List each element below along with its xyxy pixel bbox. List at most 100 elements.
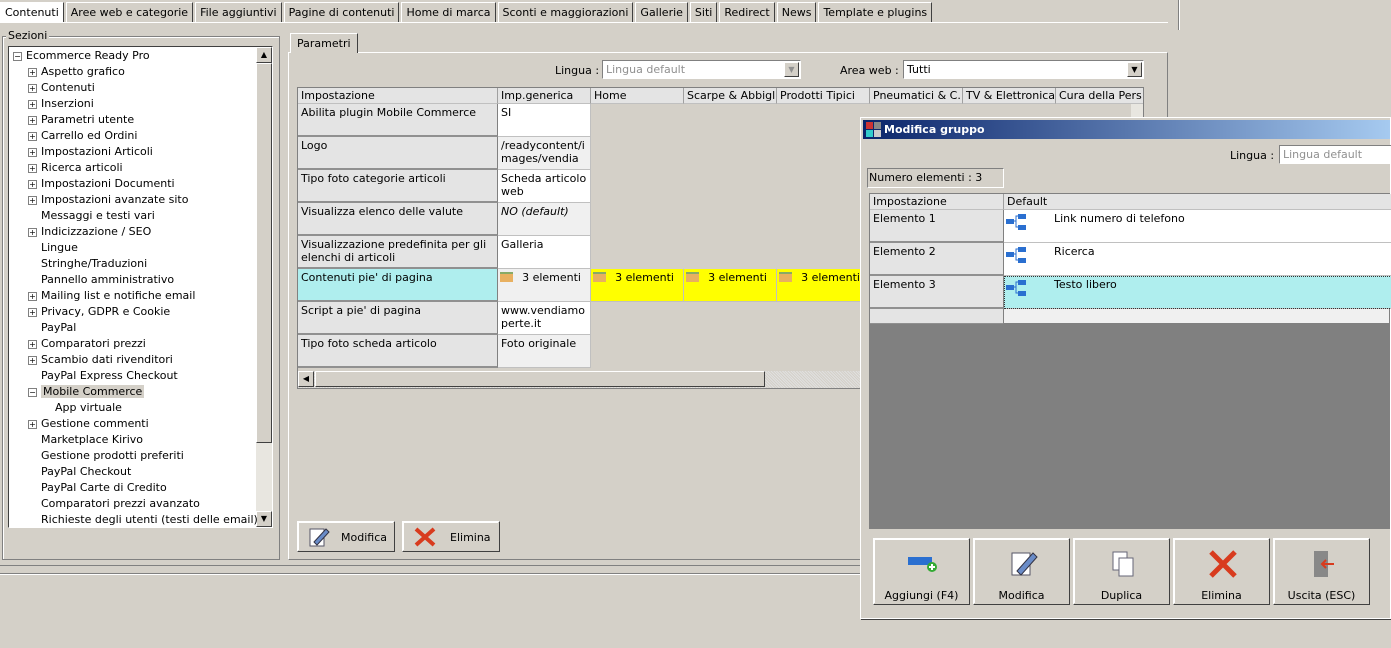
setting-value[interactable]: NO (default) (498, 203, 591, 236)
chevron-down-icon[interactable]: ▼ (784, 62, 799, 77)
tree-item[interactable]: Stringhe/Traduzioni (28, 256, 147, 272)
collapse-icon[interactable]: − (13, 51, 22, 61)
column-header[interactable]: Scarpe & Abbigl... (684, 88, 777, 104)
column-header[interactable]: Cura della Pers (1056, 88, 1143, 104)
expand-icon[interactable]: + (28, 419, 37, 429)
column-header[interactable]: Impostazione (298, 88, 498, 104)
tree-scrollbar[interactable]: ▲ ▼ (256, 47, 272, 527)
area-value[interactable]: 3 elementi (591, 269, 684, 302)
tab-siti[interactable]: Siti (689, 2, 718, 22)
tab-redirect[interactable]: Redirect (719, 2, 775, 22)
element-value[interactable]: Testo libero (1004, 276, 1391, 309)
tree-item[interactable]: + Gestione commenti (28, 416, 149, 432)
tree-item[interactable]: + Indicizzazione / SEO (28, 224, 151, 240)
tree-item[interactable]: Gestione prodotti preferiti (28, 448, 184, 464)
tree-item[interactable]: + Carrello ed Ordini (28, 128, 137, 144)
chevron-down-icon[interactable]: ▼ (1127, 62, 1142, 77)
tree-item[interactable]: App virtuale (55, 400, 122, 416)
exit-button[interactable]: Uscita (ESC) (1273, 538, 1370, 605)
tree-item[interactable]: + Mailing list e notifiche email (28, 288, 195, 304)
tab-aree-web-e-categorie[interactable]: Aree web e categorie (65, 2, 194, 22)
setting-value[interactable]: www.vendiamoperte.it (498, 302, 591, 335)
expand-icon[interactable]: + (28, 307, 37, 317)
collapse-icon[interactable]: − (28, 387, 37, 397)
expand-icon[interactable]: + (28, 131, 37, 141)
tree-item[interactable]: + Scambio dati rivenditori (28, 352, 173, 368)
expand-icon[interactable]: + (28, 115, 37, 125)
tree-item[interactable]: Comparatori prezzi avanzato (28, 496, 200, 512)
tab-gallerie[interactable]: Gallerie (635, 2, 688, 22)
tree-item[interactable]: PayPal Carte di Credito (28, 480, 167, 496)
setting-value[interactable]: /readycontent/images/vendiamo... (498, 137, 591, 170)
expand-icon[interactable]: + (28, 291, 37, 301)
tree-item[interactable]: + Privacy, GDPR e Cookie (28, 304, 170, 320)
tree-item[interactable]: Lingue (28, 240, 78, 256)
tab-file-aggiuntivi[interactable]: File aggiuntivi (195, 2, 282, 22)
area-value[interactable]: 3 elementi (684, 269, 777, 302)
tab-sconti-e-maggiorazioni[interactable]: Sconti e maggiorazioni (497, 2, 634, 22)
tree-item[interactable]: + Contenuti (28, 80, 95, 96)
tree-item[interactable]: + Aspetto grafico (28, 64, 125, 80)
tree-item[interactable]: + Comparatori prezzi (28, 336, 146, 352)
tab-pagine-di-contenuti[interactable]: Pagine di contenuti (283, 2, 400, 22)
scroll-thumb[interactable] (256, 63, 272, 443)
tree-item[interactable]: + Impostazioni avanzate sito (28, 192, 188, 208)
tree-item[interactable]: + Impostazioni Documenti (28, 176, 175, 192)
tree-item[interactable]: − Mobile Commerce (28, 384, 145, 400)
tree-item[interactable]: + Inserzioni (28, 96, 94, 112)
tree-item[interactable]: + Parametri utente (28, 112, 134, 128)
column-header[interactable]: Prodotti Tipici (777, 88, 870, 104)
tree-item[interactable]: Richieste degli utenti (testi delle emai… (28, 512, 258, 527)
column-header[interactable]: TV & Elettronica (963, 88, 1056, 104)
delete-button[interactable]: Elimina (1173, 538, 1270, 605)
expand-icon[interactable]: + (28, 163, 37, 173)
lingua-select[interactable]: Lingua default ▼ (602, 60, 801, 79)
area-web-select[interactable]: Tutti ▼ (903, 60, 1144, 79)
tree-item[interactable]: + Ricerca articoli (28, 160, 123, 176)
expand-icon[interactable]: + (28, 355, 37, 365)
expand-icon[interactable]: + (28, 99, 37, 109)
tree-item[interactable]: PayPal (28, 320, 76, 336)
scroll-down-button[interactable]: ▼ (256, 511, 272, 527)
setting-value[interactable]: 3 elementi (498, 269, 591, 302)
expand-icon[interactable]: + (28, 147, 37, 157)
tree-item[interactable]: Messaggi e testi vari (28, 208, 155, 224)
tab-home-di-marca[interactable]: Home di marca (401, 2, 496, 22)
expand-icon[interactable]: + (28, 67, 37, 77)
delete-button[interactable]: Elimina (402, 521, 500, 552)
column-header[interactable]: Default (1004, 194, 1391, 210)
setting-value[interactable]: SI (498, 104, 591, 137)
scroll-left-button[interactable]: ◀ (298, 371, 314, 387)
tab-template-e-plugins[interactable]: Template e plugins (818, 2, 933, 22)
expand-icon[interactable]: + (28, 227, 37, 237)
area-value[interactable]: 3 elementi (777, 269, 870, 302)
element-value[interactable]: Link numero di telefono (1004, 210, 1391, 243)
expand-icon[interactable]: + (28, 179, 37, 189)
tree-item[interactable]: Marketplace Kirivo (28, 432, 143, 448)
expand-icon[interactable]: + (28, 83, 37, 93)
setting-value[interactable]: Scheda articolo web (498, 170, 591, 203)
setting-value[interactable]: Galleria (498, 236, 591, 269)
column-header[interactable]: Impostazione (870, 194, 1004, 210)
dialog-titlebar[interactable]: Modifica gruppo (863, 120, 1390, 139)
edit-button[interactable]: Modifica (297, 521, 395, 552)
setting-value[interactable]: Foto originale (498, 335, 591, 368)
edit-button[interactable]: Modifica (973, 538, 1070, 605)
tab-parametri[interactable]: Parametri (290, 33, 358, 53)
add-button[interactable]: Aggiungi (F4) (873, 538, 970, 605)
dialog-lingua-input[interactable]: Lingua default (1279, 145, 1391, 164)
tree-item[interactable]: PayPal Checkout (28, 464, 131, 480)
element-value[interactable]: Ricerca (1004, 243, 1391, 276)
expand-icon[interactable]: + (28, 195, 37, 205)
duplicate-button[interactable]: Duplica (1073, 538, 1170, 605)
tab-contenuti[interactable]: Contenuti (0, 2, 64, 23)
column-header[interactable]: Imp.generica (498, 88, 591, 104)
tree-item[interactable]: PayPal Express Checkout (28, 368, 178, 384)
tree-root[interactable]: − Ecommerce Ready Pro (13, 48, 150, 64)
column-header[interactable]: Pneumatici & C... (870, 88, 963, 104)
tree-item[interactable]: + Impostazioni Articoli (28, 144, 153, 160)
hscroll-thumb[interactable] (315, 371, 765, 387)
tree-item[interactable]: Pannello amministrativo (28, 272, 174, 288)
tab-news[interactable]: News (776, 2, 817, 22)
scroll-up-button[interactable]: ▲ (256, 47, 272, 63)
